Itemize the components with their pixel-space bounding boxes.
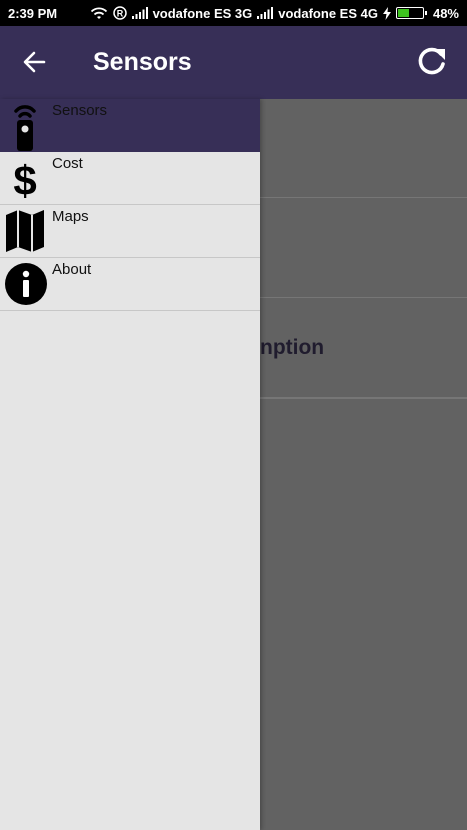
refresh-icon bbox=[415, 47, 449, 85]
carrier-2-label: vodafone ES 4G bbox=[278, 5, 378, 21]
arrow-left-icon bbox=[17, 51, 53, 82]
wifi-icon bbox=[90, 7, 108, 20]
drawer-item-maps[interactable]: Maps bbox=[0, 205, 260, 258]
sensor-remote-icon bbox=[2, 99, 48, 151]
map-icon bbox=[2, 205, 48, 257]
svg-text:R: R bbox=[116, 9, 123, 19]
drawer-item-label: Maps bbox=[52, 208, 89, 225]
drawer-item-label: Sensors bbox=[52, 102, 108, 119]
status-bar: 2:39 PM R vodafone ES 3G vodafone ES 4G … bbox=[0, 0, 467, 26]
roaming-icon: R bbox=[112, 6, 127, 20]
drawer-item-cost[interactable]: $ Cost bbox=[0, 152, 260, 205]
navigation-drawer: Sensors $ Cost Maps About bbox=[0, 99, 260, 830]
carrier-1-label: vodafone ES 3G bbox=[152, 5, 253, 21]
signal-icon bbox=[131, 7, 148, 19]
drawer-item-about[interactable]: About bbox=[0, 258, 260, 311]
status-time: 2:39 PM bbox=[8, 5, 58, 21]
list-item-label: nption bbox=[260, 336, 325, 359]
svg-text:$: $ bbox=[13, 157, 36, 204]
dollar-icon: $ bbox=[2, 152, 48, 204]
battery-icon bbox=[395, 7, 427, 19]
page-title: Sensors bbox=[93, 48, 192, 76]
refresh-button[interactable] bbox=[415, 43, 449, 81]
signal-icon bbox=[257, 7, 274, 19]
drawer-item-sensors[interactable]: Sensors bbox=[0, 99, 260, 152]
drawer-item-label: Cost bbox=[52, 155, 83, 172]
status-icons: R vodafone ES 3G vodafone ES 4G 48% bbox=[90, 6, 459, 21]
charging-icon bbox=[382, 6, 391, 20]
info-icon bbox=[2, 258, 48, 310]
battery-fill bbox=[397, 9, 410, 17]
drawer-item-label: About bbox=[52, 261, 92, 278]
battery-percent: 48% bbox=[432, 5, 459, 21]
app-bar: Sensors bbox=[0, 26, 467, 99]
back-button[interactable] bbox=[17, 46, 53, 78]
